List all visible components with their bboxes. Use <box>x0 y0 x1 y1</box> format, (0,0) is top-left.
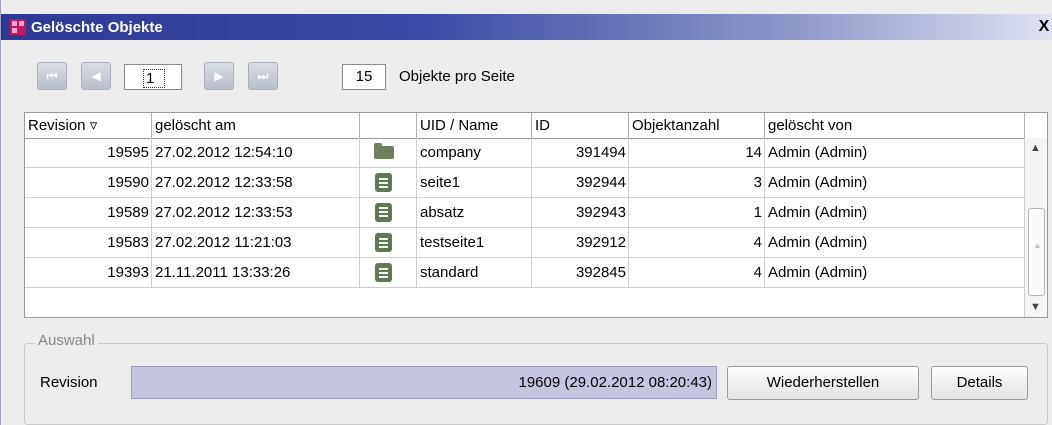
next-page-icon: ▶ <box>214 69 224 83</box>
revision-label: Revision <box>40 374 98 391</box>
cell-deleted-at: 27.02.2012 12:33:58 <box>152 168 360 198</box>
cell-object-count: 4 <box>629 258 765 288</box>
app-icon <box>10 19 26 35</box>
cell-deleted-by: Admin (Admin) <box>765 258 1025 288</box>
close-icon[interactable]: X <box>1035 18 1052 36</box>
restore-button[interactable]: Wiederherstellen <box>727 366 919 400</box>
cell-revision: 19583 <box>25 228 152 258</box>
table-row[interactable]: 19583 27.02.2012 11:21:03 testseite1 392… <box>25 228 1025 258</box>
previous-page-button[interactable]: ◀ <box>81 62 111 90</box>
section-icon <box>375 203 392 222</box>
last-page-button[interactable]: ⏭ <box>248 62 278 90</box>
column-header-id[interactable]: ID <box>532 113 629 138</box>
next-page-button[interactable]: ▶ <box>204 62 234 90</box>
cell-name: company <box>417 138 532 168</box>
previous-page-icon: ◀ <box>91 69 101 83</box>
scrollbar-thumb[interactable]: ≡ <box>1028 208 1045 296</box>
last-page-icon: ⏭ <box>257 69 269 83</box>
cell-name: testseite1 <box>417 228 532 258</box>
cell-object-count: 1 <box>629 198 765 228</box>
cell-deleted-at: 27.02.2012 11:21:03 <box>152 228 360 258</box>
column-header-deleted-at[interactable]: gelöscht am <box>152 113 360 138</box>
folder-icon <box>374 143 394 159</box>
cell-type <box>360 168 417 198</box>
pager-toolbar: ⏮ ◀ 1 ▶ ⏭ 15 Objekte pro Seite <box>1 40 1052 112</box>
scroll-down-icon[interactable]: ▼ <box>1030 301 1041 313</box>
cell-id: 391494 <box>532 138 629 168</box>
cell-revision: 19595 <box>25 138 152 168</box>
cell-deleted-by: Admin (Admin) <box>765 198 1025 228</box>
deleted-objects-table: Revision ▿ gelöscht am UID / Name ID Obj… <box>24 112 1048 318</box>
cell-deleted-by: Admin (Admin) <box>765 138 1025 168</box>
cell-object-count: 3 <box>629 168 765 198</box>
cell-id: 392943 <box>532 198 629 228</box>
column-header-revision[interactable]: Revision ▿ <box>25 113 152 138</box>
cell-type <box>360 138 417 168</box>
table-header: Revision ▿ gelöscht am UID / Name ID Obj… <box>25 113 1047 139</box>
page-number-input[interactable]: 1 <box>124 64 182 90</box>
table-row[interactable]: 19393 21.11.2011 13:33:26 standard 39284… <box>25 258 1025 288</box>
page-icon <box>375 173 392 192</box>
page-icon <box>375 263 392 282</box>
table-scrollbar[interactable]: ▲ ≡ ▼ <box>1024 138 1047 317</box>
objects-per-page-input[interactable]: 15 <box>342 64 386 90</box>
column-header-type[interactable] <box>360 113 417 138</box>
page-number-value: 1 <box>143 69 166 88</box>
cell-id: 392944 <box>532 168 629 198</box>
cell-revision: 19393 <box>25 258 152 288</box>
cell-deleted-at: 21.11.2011 13:33:26 <box>152 258 360 288</box>
cell-name: absatz <box>417 198 532 228</box>
table-row[interactable]: 19595 27.02.2012 12:54:10 company 391494… <box>25 138 1025 168</box>
window-title: Gelöschte Objekte <box>31 19 163 36</box>
cell-type <box>360 228 417 258</box>
title-bar[interactable]: Gelöschte Objekte X <box>1 14 1052 40</box>
cell-deleted-by: Admin (Admin) <box>765 168 1025 198</box>
details-button[interactable]: Details <box>931 366 1028 400</box>
cell-deleted-at: 27.02.2012 12:54:10 <box>152 138 360 168</box>
first-page-icon: ⏮ <box>46 69 58 83</box>
scroll-up-icon[interactable]: ▲ <box>1030 142 1041 154</box>
cell-revision: 19589 <box>25 198 152 228</box>
cell-id: 392912 <box>532 228 629 258</box>
revision-field[interactable]: 19609 (29.02.2012 08:20:43) <box>131 366 717 399</box>
cell-object-count: 4 <box>629 228 765 258</box>
cell-deleted-by: Admin (Admin) <box>765 228 1025 258</box>
first-page-button[interactable]: ⏮ <box>37 62 67 90</box>
cell-revision: 19590 <box>25 168 152 198</box>
objects-per-page-label: Objekte pro Seite <box>399 68 515 85</box>
cell-type <box>360 198 417 228</box>
cell-id: 392845 <box>532 258 629 288</box>
cell-name: standard <box>417 258 532 288</box>
deleted-objects-window: Gelöschte Objekte X ⏮ ◀ 1 ▶ ⏭ 15 Objekte… <box>0 0 1052 425</box>
table-row[interactable]: 19590 27.02.2012 12:33:58 seite1 392944 … <box>25 168 1025 198</box>
cell-type <box>360 258 417 288</box>
cell-deleted-at: 27.02.2012 12:33:53 <box>152 198 360 228</box>
column-header-uid-name[interactable]: UID / Name <box>417 113 532 138</box>
cell-name: seite1 <box>417 168 532 198</box>
column-header-object-count[interactable]: Objektanzahl <box>629 113 765 138</box>
cell-object-count: 14 <box>629 138 765 168</box>
page-icon <box>375 233 392 252</box>
column-header-deleted-by[interactable]: gelöscht von <box>765 113 1025 138</box>
selection-group-label: Auswahl <box>35 332 98 349</box>
table-row[interactable]: 19589 27.02.2012 12:33:53 absatz 392943 … <box>25 198 1025 228</box>
